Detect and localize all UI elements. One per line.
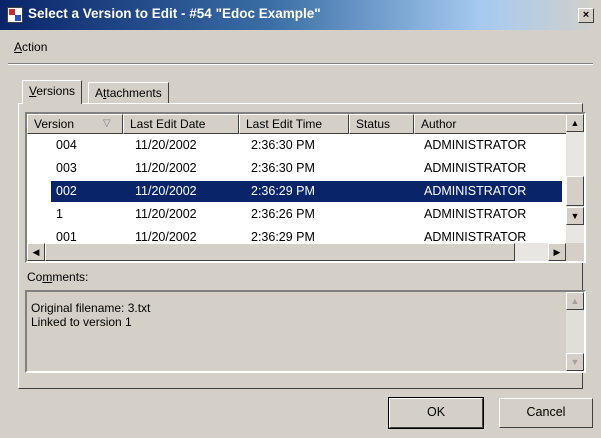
- menu-bar: Action: [0, 37, 601, 57]
- versions-list[interactable]: Version ▽ Last Edit Date Last Edit Time S…: [25, 112, 586, 263]
- vertical-scrollbar[interactable]: ▲ ▼: [566, 114, 584, 243]
- scroll-down-icon[interactable]: ▼: [566, 353, 584, 371]
- comments-vertical-scrollbar[interactable]: ▲ ▼: [566, 292, 584, 371]
- comment-line: Linked to version 1: [31, 315, 132, 329]
- column-header-version[interactable]: Version ▽: [27, 114, 123, 134]
- horizontal-scroll-thumb[interactable]: [45, 243, 515, 261]
- vertical-scroll-thumb[interactable]: [566, 176, 584, 206]
- cell-time: 2:36:26 PM: [251, 207, 315, 221]
- ok-button[interactable]: OK: [388, 397, 484, 429]
- cell-time: 2:36:29 PM: [251, 184, 315, 198]
- sort-descending-icon: ▽: [103, 118, 111, 129]
- cell-author: ADMINISTRATOR: [424, 161, 527, 175]
- table-row[interactable]: 001 11/20/2002 2:36:29 PM ADMINISTRATOR: [27, 226, 562, 242]
- comment-line: Original filename: 3.txt: [31, 301, 151, 315]
- cell-date: 11/20/2002: [135, 207, 197, 221]
- table-row[interactable]: 003 11/20/2002 2:36:30 PM ADMINISTRATOR: [27, 157, 562, 180]
- list-header: Version ▽ Last Edit Date Last Edit Time S…: [27, 114, 567, 134]
- cell-author: ADMINISTRATOR: [424, 138, 527, 152]
- cell-version: 004: [56, 138, 77, 152]
- column-header-author[interactable]: Author: [414, 114, 567, 134]
- column-header-status[interactable]: Status: [349, 114, 414, 134]
- tab-attachments[interactable]: Attachments: [88, 82, 169, 104]
- window-title: Select a Version to Edit - #54 "Edoc Exa…: [28, 6, 321, 21]
- cell-version: 003: [56, 161, 77, 175]
- cell-version: 001: [56, 230, 77, 242]
- comments-label: Comments:: [27, 270, 89, 284]
- cancel-button[interactable]: Cancel: [499, 398, 593, 428]
- cell-date: 11/20/2002: [135, 184, 197, 198]
- cell-author: ADMINISTRATOR: [424, 207, 527, 221]
- document-edit-icon: [7, 7, 23, 23]
- scroll-up-icon[interactable]: ▲: [566, 292, 584, 310]
- close-button[interactable]: ×: [578, 8, 594, 23]
- column-header-last-edit-time[interactable]: Last Edit Time: [239, 114, 349, 134]
- cell-date: 11/20/2002: [135, 161, 197, 175]
- scrollbar-corner: [566, 243, 584, 261]
- cell-date: 11/20/2002: [135, 138, 197, 152]
- cell-author: ADMINISTRATOR: [424, 184, 527, 198]
- cell-date: 11/20/2002: [135, 230, 197, 242]
- cell-time: 2:36:30 PM: [251, 138, 315, 152]
- menu-item-action[interactable]: Action: [14, 40, 47, 54]
- cell-time: 2:36:29 PM: [251, 230, 315, 242]
- list-rows: 004 11/20/2002 2:36:30 PM ADMINISTRATOR 003 1…: [27, 134, 567, 242]
- cell-version: 002: [56, 184, 77, 198]
- scroll-left-icon[interactable]: ◀: [27, 243, 45, 261]
- table-row[interactable]: 1 11/20/2002 2:36:26 PM ADMINISTRATOR: [27, 203, 562, 226]
- scroll-up-icon[interactable]: ▲: [566, 114, 584, 132]
- comments-field[interactable]: Original filename: 3.txt Linked to versi…: [25, 290, 586, 373]
- cell-time: 2:36:30 PM: [251, 161, 315, 175]
- scroll-right-icon[interactable]: ▶: [548, 243, 566, 261]
- table-row[interactable]: 004 11/20/2002 2:36:30 PM ADMINISTRATOR: [27, 134, 562, 157]
- title-bar[interactable]: Select a Version to Edit - #54 "Edoc Exa…: [0, 0, 601, 30]
- tab-versions[interactable]: Versions: [22, 80, 83, 104]
- horizontal-scrollbar[interactable]: ◀ ▶: [27, 243, 566, 261]
- column-header-last-edit-date[interactable]: Last Edit Date: [123, 114, 239, 134]
- cell-author: ADMINISTRATOR: [424, 230, 527, 242]
- scroll-down-icon[interactable]: ▼: [566, 207, 584, 225]
- menu-separator: [8, 63, 593, 65]
- cell-version: 1: [56, 207, 63, 221]
- table-row[interactable]: 002 11/20/2002 2:36:29 PM ADMINISTRATOR: [27, 180, 563, 203]
